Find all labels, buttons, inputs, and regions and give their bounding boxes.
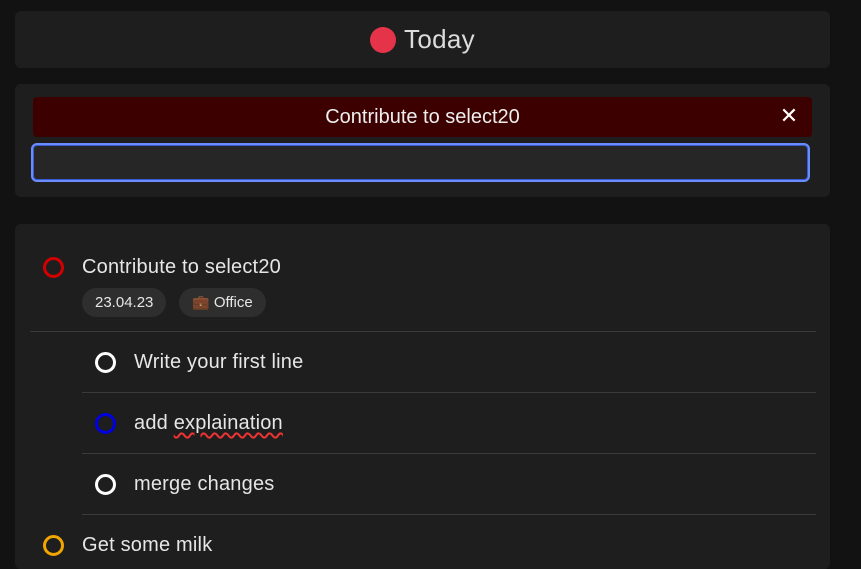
selected-task-banner: Contribute to select20 ✕ [33,97,812,137]
date-chip[interactable]: 23.04.23 [82,288,167,317]
today-header: Today [15,11,830,68]
category-chip[interactable]: 💼 Office [179,288,266,317]
briefcase-icon: 💼 [192,294,210,310]
today-dot-icon [370,26,397,53]
subtask-row[interactable]: Write your first line [95,351,303,374]
divider [82,514,816,515]
subtask-label: merge changes [134,473,275,495]
task-editor: Contribute to select20 ✕ [15,84,830,197]
page-title: Today [404,24,475,54]
category-label: Office [213,294,253,311]
close-icon[interactable]: ✕ [776,103,802,129]
task-row[interactable]: Get some milk [43,534,212,557]
divider [82,453,816,454]
task-status-circle-icon[interactable] [43,535,64,556]
subtask-row[interactable]: merge changes [95,473,274,496]
subtask-status-circle-icon[interactable] [95,474,116,495]
date-label: 23.04.23 [95,294,154,311]
subtask-status-circle-icon[interactable] [95,413,116,434]
task-input[interactable] [31,143,810,182]
divider [30,331,816,332]
divider [82,392,816,393]
task-status-circle-icon[interactable] [43,257,64,278]
task-label: Get some milk [82,534,213,556]
subtask-status-circle-icon[interactable] [95,352,116,373]
task-row[interactable]: Contribute to select20 [43,256,281,279]
banner-text: Contribute to select20 [325,105,520,128]
subtask-label: add explaination [134,412,283,435]
task-tags: 23.04.23 💼 Office [82,288,266,317]
subtask-label: Write your first line [134,351,304,373]
subtask-row[interactable]: add explaination [95,412,283,435]
misspelled-word: explaination [173,412,283,434]
task-list: Contribute to select20 23.04.23 💼 Office… [15,224,830,569]
task-label: Contribute to select20 [82,256,281,278]
subtask-label-prefix: add [134,412,174,434]
